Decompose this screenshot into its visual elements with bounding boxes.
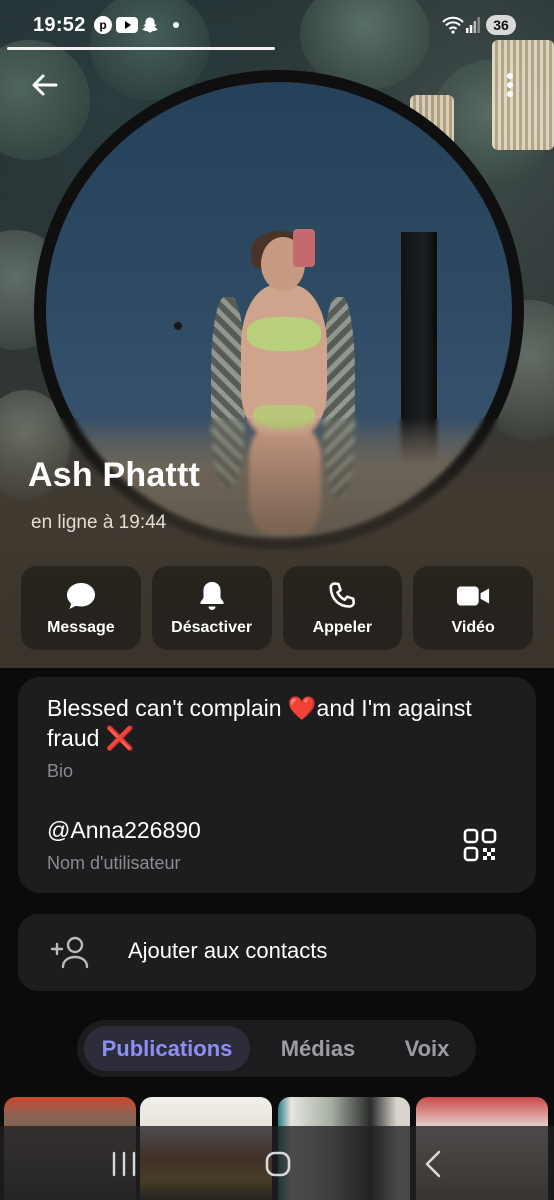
mute-button[interactable]: Désactiver bbox=[151, 566, 272, 650]
add-to-contacts-label: Ajouter aux contacts bbox=[128, 938, 328, 963]
swimsuit-top bbox=[247, 317, 321, 351]
bio-text[interactable]: Blessed can't complain ❤️and I'm against… bbox=[47, 693, 517, 753]
door-knob bbox=[174, 322, 182, 330]
profile-name: Ash Phattt bbox=[28, 456, 200, 494]
heart-emoji-icon: ❤️ bbox=[287, 695, 317, 721]
system-navigation-bar bbox=[0, 1126, 554, 1200]
status-bar: 19:52 p 36 bbox=[0, 0, 554, 50]
username-label: Nom d'utilisateur bbox=[47, 853, 181, 873]
video-call-button-label: Vidéo bbox=[451, 619, 495, 636]
tab-medias[interactable]: Médias bbox=[262, 1026, 374, 1071]
profile-info-card: Blessed can't complain ❤️and I'm against… bbox=[18, 677, 536, 893]
snapchat-icon bbox=[141, 16, 159, 34]
status-time: 19:52 bbox=[33, 14, 86, 36]
last-seen-status: en ligne à 19:44 bbox=[31, 512, 167, 533]
home-icon bbox=[265, 1151, 291, 1177]
bell-icon bbox=[195, 579, 229, 613]
media-tabs: Publications Médias Voix bbox=[77, 1020, 476, 1077]
bio-text-part: Blessed can't complain bbox=[47, 695, 288, 721]
youtube-icon bbox=[116, 17, 138, 33]
recent-apps-icon bbox=[112, 1151, 136, 1177]
mute-button-label: Désactiver bbox=[171, 619, 253, 636]
profile-actions: Message Désactiver Appeler Vidéo bbox=[21, 566, 533, 650]
message-button-label: Message bbox=[47, 619, 115, 636]
qr-code-icon bbox=[463, 828, 497, 862]
arrow-left-icon bbox=[32, 74, 58, 96]
more-vertical-icon bbox=[507, 73, 513, 97]
tab-voix[interactable]: Voix bbox=[387, 1026, 467, 1071]
system-back-button[interactable] bbox=[414, 1144, 454, 1184]
tab-publications[interactable]: Publications bbox=[84, 1026, 250, 1071]
add-to-contacts-button[interactable]: Ajouter aux contacts bbox=[18, 914, 536, 991]
call-button-label: Appeler bbox=[312, 619, 373, 636]
video-call-button[interactable]: Vidéo bbox=[413, 566, 533, 650]
bio-label: Bio bbox=[47, 761, 74, 781]
chat-bubble-icon bbox=[64, 579, 98, 613]
back-button[interactable] bbox=[28, 68, 62, 102]
more-options-button[interactable] bbox=[496, 68, 524, 102]
home-button[interactable] bbox=[258, 1144, 298, 1184]
video-camera-icon bbox=[456, 579, 490, 613]
cross-mark-emoji-icon: ❌ bbox=[105, 725, 135, 751]
pinterest-icon: p bbox=[94, 16, 112, 34]
phone-icon bbox=[325, 579, 359, 613]
call-button[interactable]: Appeler bbox=[282, 566, 403, 650]
qr-code-button[interactable] bbox=[462, 827, 498, 863]
signal-icon bbox=[466, 16, 480, 34]
battery-badge: 36 bbox=[486, 15, 516, 35]
message-button[interactable]: Message bbox=[21, 566, 141, 650]
phone-in-hand bbox=[293, 229, 315, 267]
chevron-left-icon bbox=[425, 1150, 441, 1178]
dot-icon bbox=[172, 16, 180, 34]
add-user-icon bbox=[50, 934, 90, 970]
recent-apps-button[interactable] bbox=[104, 1144, 144, 1184]
wifi-icon bbox=[440, 16, 466, 34]
status-bar-underline bbox=[7, 47, 275, 50]
username[interactable]: @Anna226890 bbox=[47, 817, 201, 844]
